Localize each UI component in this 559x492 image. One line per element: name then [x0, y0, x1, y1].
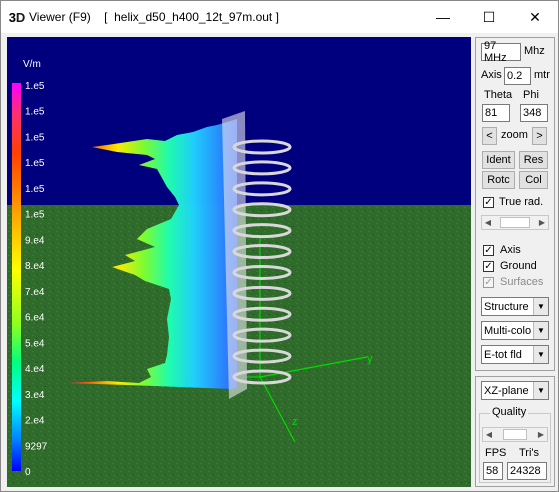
slider-thumb[interactable]: [503, 429, 527, 440]
theta-field[interactable]: 81: [482, 104, 510, 122]
field-type-select-value: E-tot fld: [484, 348, 522, 361]
col-button[interactable]: Col: [519, 171, 548, 189]
control-panel: 97 MHz Mhz Axis 0.2 mtr Theta Phi 81 348…: [475, 37, 555, 487]
res-button[interactable]: Res: [519, 151, 548, 169]
axis-length-unit: mtr: [534, 69, 550, 81]
theta-label: Theta: [484, 89, 513, 101]
close-button[interactable]: ✕: [512, 1, 558, 33]
app-3d-icon: 3D: [8, 9, 26, 25]
structure-select-value: Structure: [484, 300, 529, 313]
surfaces-checkbox[interactable]: ✓: [483, 277, 494, 288]
structure-select[interactable]: Structure ▼: [481, 297, 549, 316]
legend-label: 6.e4: [25, 313, 45, 324]
true-rad-label: True rad.: [499, 196, 544, 208]
window-title: Viewer (F9) [ helix_d50_h400_12t_97m.out…: [29, 10, 279, 24]
legend-label: 8.e4: [25, 261, 45, 272]
phi-field[interactable]: 348: [520, 104, 548, 122]
legend-label: 7.e4: [25, 287, 45, 298]
legend-label: 3.e4: [25, 390, 45, 401]
chevron-down-icon[interactable]: ▼: [533, 346, 548, 363]
legend-label: 1.e5: [25, 158, 45, 169]
true-rad-slider[interactable]: ◀ ▶: [481, 215, 549, 230]
axis-z-label: z: [292, 416, 298, 428]
legend-label: 9.e4: [25, 235, 45, 246]
app-icon-3: 3: [8, 9, 16, 25]
rotc-button[interactable]: Rotc: [482, 171, 515, 189]
ground-checkbox-label: Ground: [500, 260, 537, 272]
axis-length-label: Axis: [481, 69, 502, 81]
maximize-button[interactable]: ☐: [466, 1, 512, 33]
axis-y-label: y: [367, 353, 373, 365]
slider-left-icon[interactable]: ◀: [482, 216, 494, 229]
legend-label: 1.e5: [25, 107, 45, 118]
app-icon-d: D: [15, 9, 26, 25]
title-bar[interactable]: 3D Viewer (F9) [ helix_d50_h400_12t_97m.…: [1, 1, 558, 33]
ground-checkbox[interactable]: ✓: [483, 261, 494, 272]
minimize-button[interactable]: —: [420, 1, 466, 33]
3d-scene: V/m 1.e5 1.e5 1.e5 1.e5 1.e5 1.e5 9.e4 8.e4 7.e4…: [7, 37, 471, 487]
plane-select[interactable]: XZ-plane ▼: [481, 381, 549, 400]
viewer-window: 3D Viewer (F9) [ helix_d50_h400_12t_97m.…: [0, 0, 559, 492]
chevron-down-icon[interactable]: ▼: [533, 382, 548, 399]
color-mode-select-value: Multi-colo: [484, 324, 532, 337]
slider-left-icon[interactable]: ◀: [483, 428, 495, 441]
surfaces-checkbox-label: Surfaces: [500, 276, 544, 288]
zoom-label: zoom: [501, 129, 528, 141]
phi-label: Phi: [523, 89, 539, 101]
quality-label: Quality: [490, 406, 529, 418]
color-legend-bar: [12, 83, 21, 471]
legend-label: 1.e5: [25, 184, 45, 195]
plane-select-value: XZ-plane: [484, 384, 529, 397]
fps-label: FPS: [485, 447, 507, 459]
frequency-unit: Mhz: [524, 45, 545, 57]
quality-slider[interactable]: ◀ ▶: [482, 427, 548, 442]
3d-viewport[interactable]: V/m 1.e5 1.e5 1.e5 1.e5 1.e5 1.e5 9.e4 8.e4 7.e4…: [7, 37, 471, 487]
chevron-down-icon[interactable]: ▼: [533, 298, 548, 315]
legend-label: 0: [25, 467, 31, 478]
color-mode-select[interactable]: Multi-colo ▼: [481, 321, 549, 340]
field-type-select[interactable]: E-tot fld ▼: [481, 345, 549, 364]
ident-button[interactable]: Ident: [482, 151, 515, 169]
tris-label: Tri's: [519, 447, 540, 459]
zoom-out-button[interactable]: <: [482, 127, 497, 145]
slider-thumb[interactable]: [500, 217, 530, 228]
legend-label: 2.e4: [25, 416, 45, 427]
slider-right-icon[interactable]: ▶: [536, 216, 548, 229]
legend-label: 1.e5: [25, 210, 45, 221]
slider-right-icon[interactable]: ▶: [535, 428, 547, 441]
frequency-field[interactable]: 97 MHz: [481, 40, 521, 64]
axis-checkbox[interactable]: ✓: [483, 245, 494, 256]
axis-checkbox-label: Axis: [500, 244, 521, 256]
legend-label: 1.e5: [25, 132, 45, 143]
zoom-in-button[interactable]: >: [532, 127, 547, 145]
legend-label: 4.e4: [25, 364, 45, 375]
legend-unit: V/m: [23, 59, 41, 70]
chevron-down-icon[interactable]: ▼: [533, 322, 548, 339]
legend-label: 5.e4: [25, 338, 45, 349]
fps-value: 58: [483, 462, 503, 480]
tris-value: 24328: [507, 462, 547, 480]
true-rad-checkbox[interactable]: ✓: [483, 197, 494, 208]
legend-label: 1.e5: [25, 81, 45, 92]
axis-length-field[interactable]: 0.2: [504, 67, 531, 85]
legend-label: 9297: [25, 441, 48, 452]
